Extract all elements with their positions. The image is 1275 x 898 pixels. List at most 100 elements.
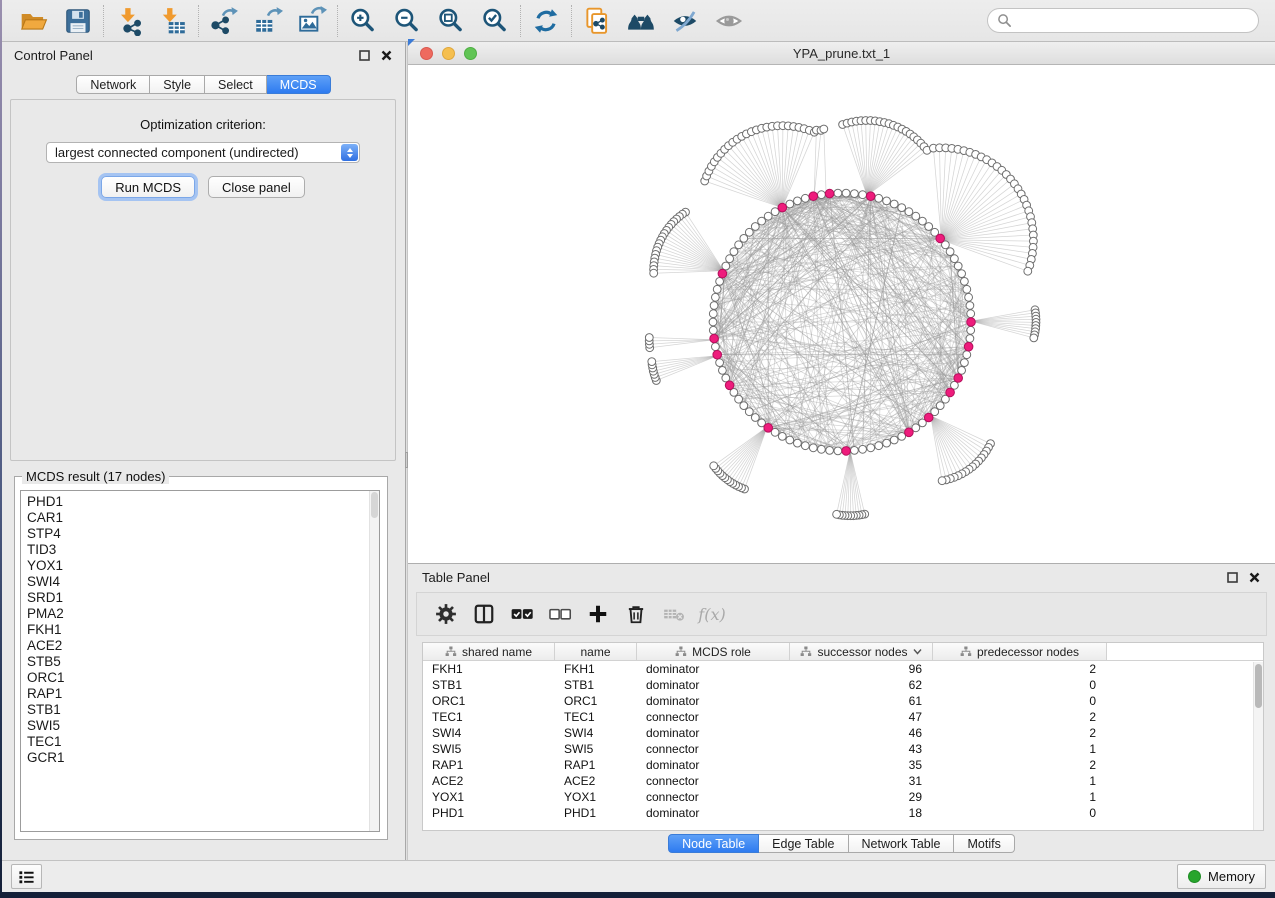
mcds-result-node[interactable]: SWI5 (27, 718, 365, 734)
optimization-criterion-select[interactable]: largest connected component (undirected) (46, 142, 360, 163)
refresh-button[interactable] (524, 3, 568, 39)
table-delete-icon (662, 603, 686, 625)
tab-select[interactable]: Select (205, 75, 267, 94)
binoculars-icon (626, 6, 656, 36)
mcds-result-node[interactable]: GCR1 (27, 750, 365, 766)
table-scrollbar[interactable] (1253, 662, 1263, 830)
table-row[interactable]: RAP1RAP1dominator352 (423, 757, 1263, 773)
tab-edge-table[interactable]: Edge Table (759, 834, 848, 853)
table-cell: RAP1 (555, 758, 637, 772)
mcds-result-node[interactable]: STP4 (27, 526, 365, 542)
plus-icon (587, 603, 609, 625)
export-network-button[interactable] (202, 3, 246, 39)
open-folder-button[interactable] (12, 3, 56, 39)
table-row[interactable]: STB1STB1dominator620 (423, 677, 1263, 693)
zoom-out-button[interactable] (385, 3, 429, 39)
mcds-result-node[interactable]: RAP1 (27, 686, 365, 702)
table-scrollbar-thumb[interactable] (1255, 664, 1262, 708)
mcds-result-node[interactable]: TEC1 (27, 734, 365, 750)
deselect-all-rows-button[interactable] (541, 595, 579, 633)
column-header-mcds-role[interactable]: MCDS role (637, 643, 790, 660)
network-window-titlebar[interactable]: YPA_prune.txt_1 (408, 42, 1275, 65)
control-panel-tabs: NetworkStyleSelectMCDS (2, 75, 405, 94)
mcds-result-node[interactable]: YOX1 (27, 558, 365, 574)
toolbar-separator (103, 5, 104, 37)
import-table-button[interactable] (151, 3, 195, 39)
close-panel-button[interactable]: Close panel (208, 176, 305, 198)
mcds-result-node[interactable]: SWI4 (27, 574, 365, 590)
mcds-list-scrollbar[interactable] (369, 491, 379, 831)
table-row[interactable]: SWI5SWI5connector431 (423, 741, 1263, 757)
mcds-result-node[interactable]: TID3 (27, 542, 365, 558)
select-all-rows-button[interactable] (503, 595, 541, 633)
mcds-result-node[interactable]: ORC1 (27, 670, 365, 686)
eye-slash-button[interactable] (663, 3, 707, 39)
network-graph[interactable] (408, 65, 1275, 563)
zoom-out-icon (392, 6, 422, 36)
export-image-button[interactable] (290, 3, 334, 39)
tab-mcds[interactable]: MCDS (267, 75, 331, 94)
table-cell: 1 (933, 742, 1107, 756)
tab-network-table[interactable]: Network Table (849, 834, 955, 853)
share-network-document-button[interactable] (575, 3, 619, 39)
table-cell: 2 (933, 758, 1107, 772)
tab-style[interactable]: Style (150, 75, 205, 94)
export-table-button[interactable] (246, 3, 290, 39)
table-row[interactable]: TEC1TEC1connector472 (423, 709, 1263, 725)
mcds-result-node[interactable]: PHD1 (27, 494, 365, 510)
mcds-result-group: MCDS result (17 nodes) PHD1CAR1STP4TID3Y… (14, 469, 388, 840)
tab-network[interactable]: Network (76, 75, 150, 94)
mcds-result-node[interactable]: CAR1 (27, 510, 365, 526)
window-close-icon[interactable] (420, 47, 433, 60)
desktop-background: Control Panel NetworkStyleSelectMCDS Opt… (0, 0, 1275, 898)
mcds-result-node[interactable]: STB5 (27, 654, 365, 670)
save-button[interactable] (56, 3, 100, 39)
run-mcds-button[interactable]: Run MCDS (101, 176, 195, 198)
table-settings-button[interactable] (427, 595, 465, 633)
eye-button[interactable] (707, 3, 751, 39)
table-row[interactable]: SWI4SWI4dominator462 (423, 725, 1263, 741)
column-tree-icon (800, 646, 812, 657)
binoculars-search-button[interactable] (619, 3, 663, 39)
window-minimize-icon[interactable] (442, 47, 455, 60)
import-network-button[interactable] (107, 3, 151, 39)
memory-button[interactable]: Memory (1177, 864, 1266, 889)
network-view-canvas[interactable] (408, 65, 1275, 563)
tab-motifs[interactable]: Motifs (954, 834, 1014, 853)
table-row[interactable]: YOX1YOX1connector291 (423, 789, 1263, 805)
table-row[interactable]: PHD1PHD1dominator180 (423, 805, 1263, 821)
window-maximize-icon[interactable] (464, 47, 477, 60)
delete-columns-button[interactable] (617, 595, 655, 633)
column-header-name[interactable]: name (555, 643, 637, 660)
column-header-shared-name[interactable]: shared name (423, 643, 555, 660)
task-history-button[interactable] (11, 864, 42, 889)
close-panel-icon[interactable] (1248, 571, 1261, 584)
refresh-icon (531, 6, 561, 36)
column-header-successor-nodes[interactable]: successor nodes (790, 643, 933, 660)
zoom-selected-button[interactable] (473, 3, 517, 39)
float-panel-icon[interactable] (358, 49, 371, 62)
float-panel-icon[interactable] (1226, 571, 1239, 584)
mcds-result-node[interactable]: ACE2 (27, 638, 365, 654)
mcds-result-node[interactable]: SRD1 (27, 590, 365, 606)
mcds-result-node[interactable]: PMA2 (27, 606, 365, 622)
table-cell: connector (637, 790, 790, 804)
tab-node-table[interactable]: Node Table (668, 834, 759, 853)
add-column-button[interactable] (579, 595, 617, 633)
table-mode-button[interactable] (465, 595, 503, 633)
mcds-result-node[interactable]: FKH1 (27, 622, 365, 638)
table-row[interactable]: ACE2ACE2connector311 (423, 773, 1263, 789)
column-header-predecessor-nodes[interactable]: predecessor nodes (933, 643, 1107, 660)
table-row[interactable]: FKH1FKH1dominator962 (423, 661, 1263, 677)
memory-status-icon (1188, 870, 1201, 883)
close-panel-icon[interactable] (380, 49, 393, 62)
mcds-result-node[interactable]: STB1 (27, 702, 365, 718)
table-row[interactable]: ORC1ORC1dominator610 (423, 693, 1263, 709)
zoom-in-button[interactable] (341, 3, 385, 39)
search-input[interactable] (987, 8, 1259, 33)
table-cell: dominator (637, 726, 790, 740)
table-cell: SWI4 (555, 726, 637, 740)
zoom-fit-button[interactable] (429, 3, 473, 39)
column-tree-icon (445, 646, 457, 657)
save-icon (63, 6, 93, 36)
